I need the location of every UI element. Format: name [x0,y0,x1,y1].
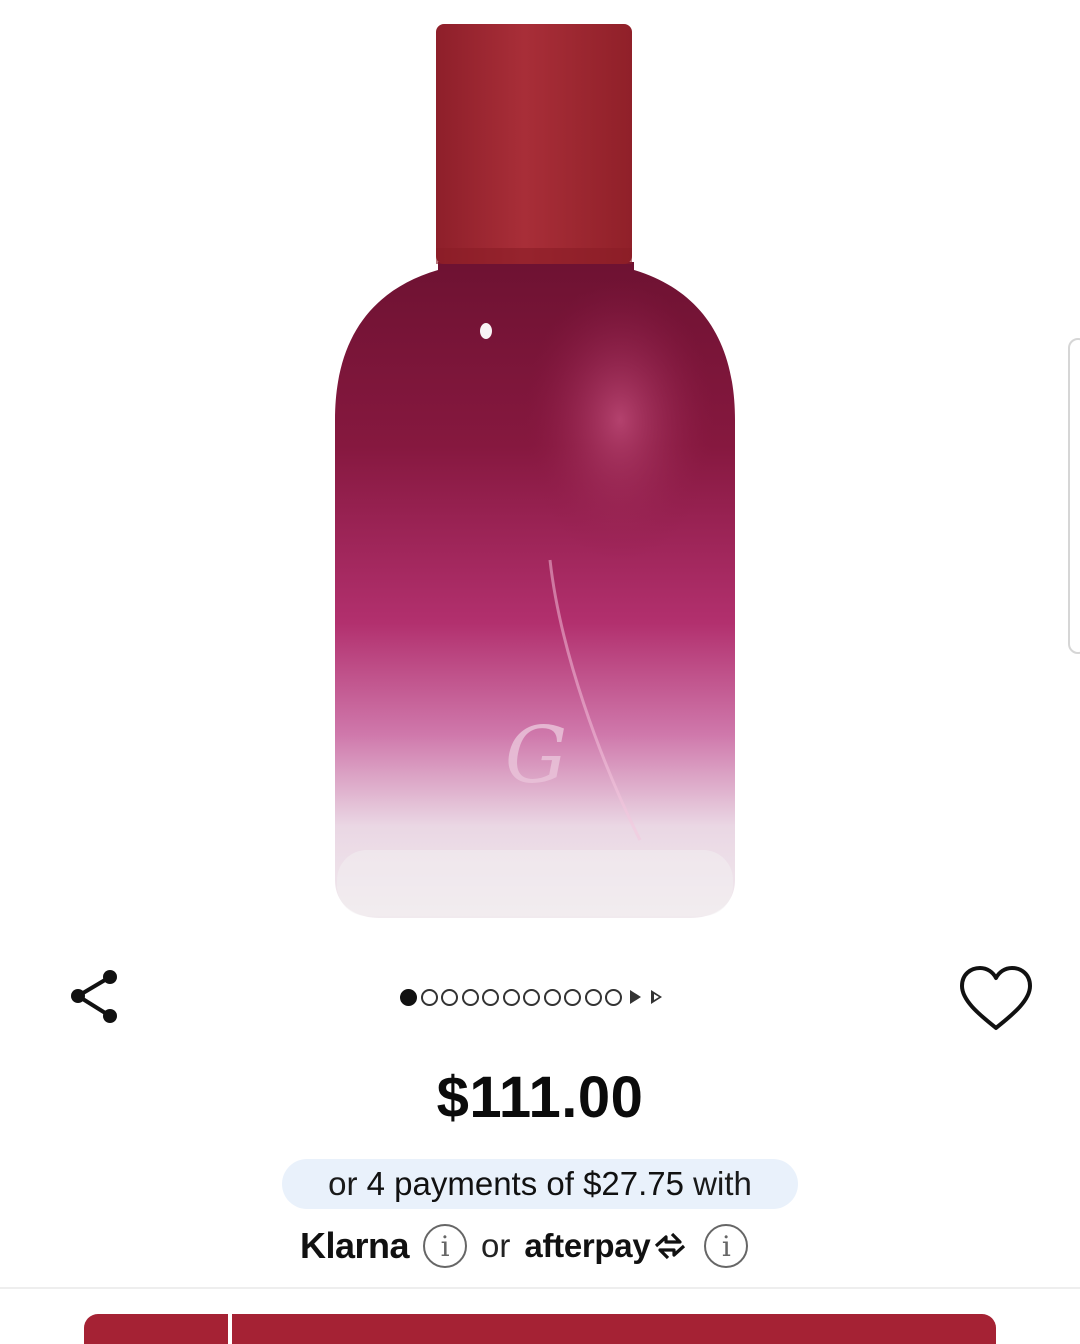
klarna-suffix: with [684,1165,752,1202]
or-label: or [481,1227,511,1264]
heart-icon [960,966,1032,1030]
bnpl-options: Klarna i or afterpay i [300,1218,749,1274]
svg-text:G: G [505,711,567,801]
add-to-bag-button[interactable] [232,1314,996,1344]
pager-dot[interactable] [502,988,520,1006]
pager-dot[interactable] [584,988,602,1006]
afterpay-wordmark: afterpay [524,1227,651,1264]
favorite-button[interactable] [956,962,1036,1034]
cta-bar [84,1314,996,1344]
klarna-offer[interactable]: or 4 payments of $27.75 with [282,1159,798,1209]
drawer-handle[interactable] [1068,338,1080,654]
pager-dot[interactable] [482,988,499,1006]
perfume-bottle-image: G [335,24,735,918]
pager-dot[interactable] [461,988,479,1006]
quantity-selector[interactable] [84,1314,228,1344]
klarna-info-icon[interactable]: i [423,1224,468,1268]
klarna-installments: 4 payments of $27.75 [366,1165,685,1202]
klarna-prefix: or [328,1165,367,1202]
pager-last-icon[interactable] [650,990,662,1004]
pager-dot[interactable] [543,988,561,1006]
image-pager[interactable] [400,986,662,1008]
pager-dot[interactable] [523,988,540,1006]
share-icon [71,970,117,1023]
afterpay-info-icon[interactable]: i [704,1224,749,1268]
pager-dot[interactable] [441,988,458,1006]
section-divider [0,1287,1080,1289]
pager-dot[interactable] [400,988,417,1006]
product-image[interactable]: G [0,0,1080,940]
share-button[interactable] [66,964,126,1028]
pager-dot[interactable] [564,988,581,1006]
klarna-logo: Klarna [300,1225,410,1266]
pager-dot[interactable] [605,988,622,1006]
pager-next-icon[interactable] [629,990,641,1004]
product-price: $111.00 [436,1065,644,1130]
afterpay-arrows-icon [655,1232,686,1260]
pager-dot[interactable] [420,988,438,1006]
afterpay-logo: afterpay [524,1227,690,1265]
